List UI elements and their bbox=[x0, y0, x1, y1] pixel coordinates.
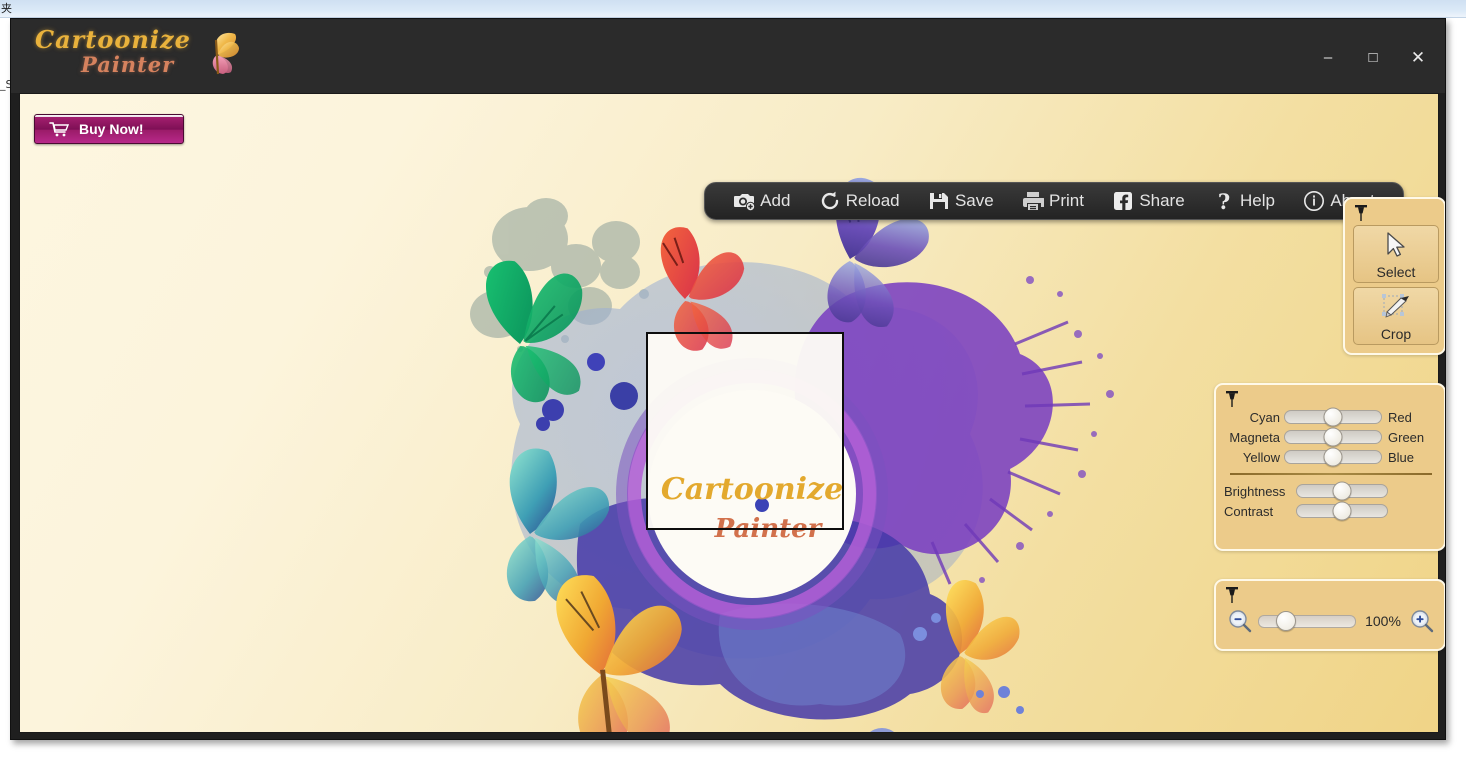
info-circle-icon bbox=[1303, 190, 1325, 212]
background-window-titlebar bbox=[0, 0, 1466, 17]
yellow-blue-row: Yellow Blue bbox=[1224, 447, 1438, 467]
pushpin-icon[interactable] bbox=[1224, 390, 1240, 408]
cursor-arrow-icon bbox=[1381, 226, 1411, 264]
main-toolbar: Add Reload Save Print Share ? Help bbox=[704, 182, 1404, 220]
magenta-label: Magneta bbox=[1229, 429, 1280, 445]
magnifier-minus-icon[interactable] bbox=[1228, 609, 1252, 633]
magenta-green-slider[interactable] bbox=[1284, 427, 1382, 447]
selection-rectangle[interactable] bbox=[646, 332, 844, 530]
yellow-blue-slider[interactable] bbox=[1284, 447, 1382, 467]
yellow-blue-slider-thumb[interactable] bbox=[1323, 447, 1343, 467]
zoom-percent-label: 100% bbox=[1365, 613, 1401, 629]
cyan-red-slider[interactable] bbox=[1284, 407, 1382, 427]
toolbar-add-label: Add bbox=[760, 191, 791, 210]
crop-tool-label: Crop bbox=[1380, 326, 1412, 342]
buy-now-label: Buy Now! bbox=[79, 121, 144, 137]
pushpin-icon[interactable] bbox=[1224, 586, 1240, 604]
green-label: Green bbox=[1388, 429, 1425, 445]
toolbar-save-label: Save bbox=[954, 191, 994, 210]
magnifier-plus-icon[interactable] bbox=[1410, 609, 1434, 633]
panel-divider bbox=[1230, 473, 1432, 475]
select-tool-label: Select bbox=[1376, 264, 1416, 280]
select-tool-button[interactable]: Select bbox=[1353, 225, 1439, 283]
close-button[interactable]: ✕ bbox=[1403, 45, 1433, 71]
titlebar-divider-strip bbox=[11, 82, 1445, 93]
yellow-label: Yellow bbox=[1242, 449, 1280, 465]
minimize-button[interactable]: – bbox=[1313, 45, 1343, 71]
logo-text-line2: Painter bbox=[81, 52, 175, 77]
magenta-green-row: Magneta Green bbox=[1224, 427, 1438, 447]
red-label: Red bbox=[1388, 409, 1412, 425]
contrast-slider[interactable] bbox=[1296, 501, 1388, 521]
color-adjust-panel: Cyan Red Magneta Green Yellow Blue Brigh… bbox=[1214, 383, 1445, 551]
contrast-slider-thumb[interactable] bbox=[1332, 501, 1352, 521]
app-logo: Cartoonize Painter bbox=[23, 23, 239, 81]
buy-now-button[interactable]: Buy Now! bbox=[34, 114, 184, 144]
cyan-label: Cyan bbox=[1249, 409, 1280, 425]
floppy-disk-icon bbox=[928, 190, 950, 212]
toolbar-print-button[interactable]: Print bbox=[1022, 190, 1084, 212]
cyan-red-slider-thumb[interactable] bbox=[1323, 407, 1343, 427]
svg-text:?: ? bbox=[1218, 190, 1230, 212]
contrast-row: Contrast bbox=[1224, 501, 1438, 521]
refresh-icon bbox=[819, 190, 841, 212]
brightness-slider[interactable] bbox=[1296, 481, 1388, 501]
toolbar-reload-button[interactable]: Reload bbox=[819, 190, 900, 212]
tools-panel: Select Crop bbox=[1343, 197, 1445, 355]
pushpin-icon[interactable] bbox=[1353, 204, 1369, 222]
toolbar-save-button[interactable]: Save bbox=[928, 190, 994, 212]
zoom-slider[interactable] bbox=[1258, 611, 1356, 631]
zoom-slider-thumb[interactable] bbox=[1275, 611, 1296, 631]
zoom-controls-row: 100% bbox=[1228, 609, 1434, 633]
toolbar-print-label: Print bbox=[1049, 191, 1084, 210]
title-bar: Cartoonize Painter – □ ✕ bbox=[11, 19, 1445, 82]
tone-adjust-rows: Brightness Contrast bbox=[1224, 481, 1438, 521]
question-mark-icon: ? bbox=[1213, 189, 1235, 214]
toolbar-help-label: Help bbox=[1240, 191, 1275, 210]
toolbar-share-button[interactable]: Share bbox=[1112, 190, 1185, 212]
toolbar-share-label: Share bbox=[1139, 191, 1185, 210]
brightness-slider-thumb[interactable] bbox=[1332, 481, 1352, 501]
background-window-title: 夹 bbox=[1, 2, 12, 15]
printer-icon bbox=[1022, 190, 1046, 212]
brightness-label: Brightness bbox=[1224, 483, 1286, 499]
cart-icon bbox=[49, 122, 69, 137]
maximize-button[interactable]: □ bbox=[1358, 45, 1388, 71]
butterfly-icon bbox=[212, 32, 239, 75]
logo-text-line1: Cartoonize bbox=[35, 25, 191, 54]
crop-tool-button[interactable]: Crop bbox=[1353, 287, 1439, 345]
facebook-icon bbox=[1112, 190, 1134, 212]
crop-pen-icon bbox=[1379, 288, 1413, 326]
blue-label: Blue bbox=[1388, 449, 1415, 465]
cartoonize-painter-window: Cartoonize Painter – □ ✕ Cartoonize Pain… bbox=[10, 18, 1446, 740]
zoom-panel: 100% bbox=[1214, 579, 1445, 651]
camera-add-icon bbox=[733, 190, 756, 212]
magenta-green-slider-thumb[interactable] bbox=[1323, 427, 1343, 447]
color-balance-rows: Cyan Red Magneta Green Yellow Blue bbox=[1224, 407, 1438, 467]
contrast-label: Contrast bbox=[1224, 503, 1274, 519]
toolbar-add-button[interactable]: Add bbox=[733, 190, 790, 212]
cyan-red-row: Cyan Red bbox=[1224, 407, 1438, 427]
brightness-row: Brightness bbox=[1224, 481, 1438, 501]
toolbar-reload-label: Reload bbox=[845, 191, 900, 210]
toolbar-help-button[interactable]: ? Help bbox=[1213, 189, 1275, 214]
